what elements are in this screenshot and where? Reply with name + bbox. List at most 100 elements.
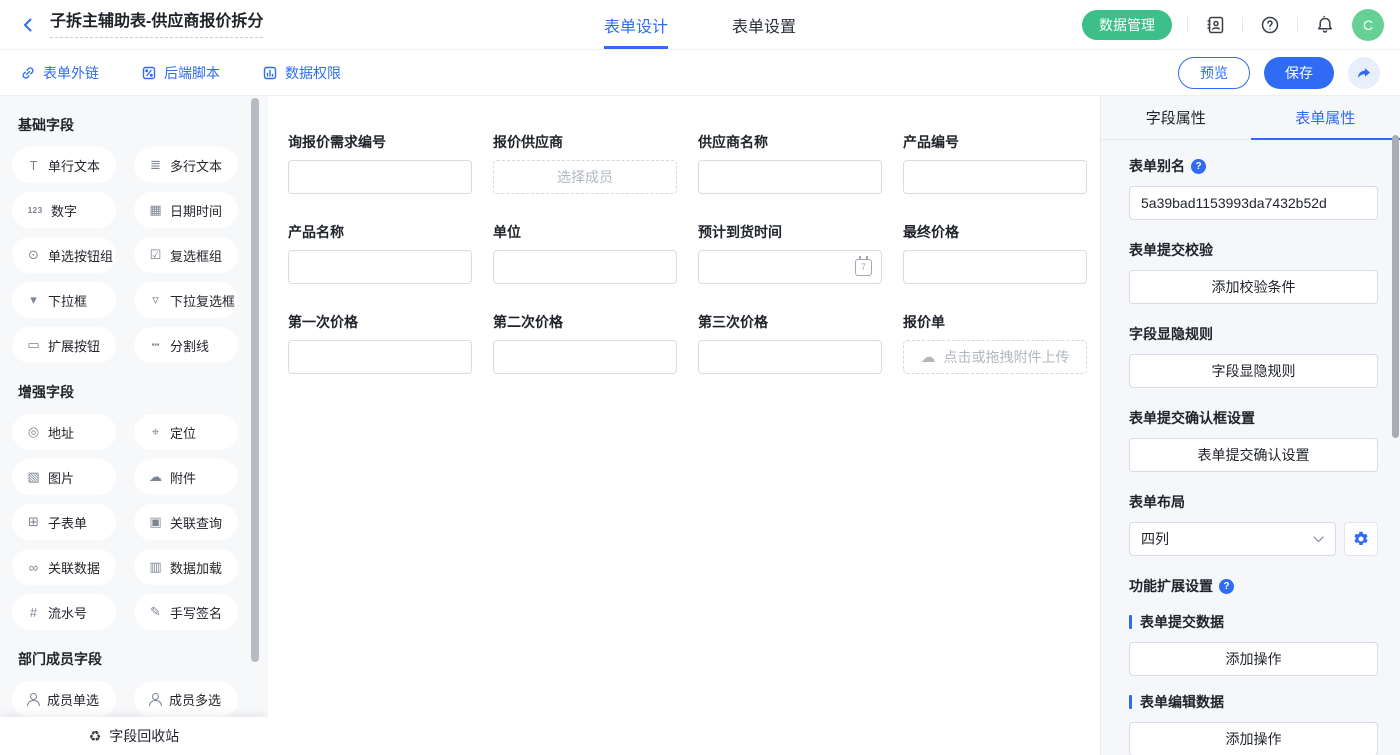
preview-button[interactable]: 预览 (1178, 57, 1250, 89)
sidebar-item-address[interactable]: ◎地址 (12, 414, 116, 450)
sidebar-item-checkbox-group[interactable]: ☑复选框组 (134, 237, 238, 273)
help-badge-icon[interactable]: ? (1219, 579, 1234, 594)
panel-action-button[interactable]: 添加操作 (1129, 642, 1378, 676)
sidebar-item-number[interactable]: 123数字 (12, 192, 116, 228)
field-input[interactable] (698, 160, 882, 194)
back-button[interactable] (16, 13, 40, 37)
panel-sections: 表单提交校验添加校验条件字段显隐规则字段显隐规则表单提交确认框设置表单提交确认设… (1129, 240, 1378, 472)
canvas-field-price-1[interactable]: 第一次价格 (288, 312, 472, 374)
panel-action-button[interactable]: 添加操作 (1129, 722, 1378, 755)
tab-form-properties[interactable]: 表单属性 (1251, 96, 1400, 140)
canvas-field-expected-arrival[interactable]: 预计到货时间 (698, 222, 882, 284)
save-button[interactable]: 保存 (1264, 57, 1334, 89)
field-input[interactable] (288, 160, 472, 194)
sidebar-section-title: 部门成员字段 (18, 649, 240, 669)
canvas-field-price-2[interactable]: 第二次价格 (493, 312, 677, 374)
canvas-field-product-name[interactable]: 产品名称 (288, 222, 472, 284)
canvas-field-product-code[interactable]: 产品编号 (903, 132, 1087, 194)
field-input[interactable] (698, 340, 882, 374)
pen-icon: ✎ (148, 604, 163, 620)
data-permission-button[interactable]: 数据权限 (262, 63, 341, 83)
sidebar-item-label: 流水号 (48, 603, 87, 622)
panel-section-label: 字段显隐规则 (1129, 324, 1378, 344)
canvas-field-price-3[interactable]: 第三次价格 (698, 312, 882, 374)
sidebar-item-serial-number[interactable]: #流水号 (12, 594, 116, 630)
field-recycle-bin-button[interactable]: ♻ 字段回收站 (0, 717, 268, 755)
data-manage-button[interactable]: 数据管理 (1082, 10, 1172, 40)
divider (1297, 17, 1298, 33)
panel-section-label: 表单提交确认框设置 (1129, 408, 1378, 428)
sidebar-item-location[interactable]: ⌖定位 (134, 414, 238, 450)
field-label: 第一次价格 (288, 312, 472, 332)
member-picker[interactable]: 选择成员 (493, 160, 677, 194)
canvas-field-quote-file[interactable]: 报价单☁点击或拖拽附件上传 (903, 312, 1087, 374)
dropdown-multi-icon: ▿ (148, 292, 163, 308)
sidebar-item-image[interactable]: ▧图片 (12, 459, 116, 495)
calendar-icon (855, 259, 872, 276)
panel-action-button[interactable]: 表单提交确认设置 (1129, 438, 1378, 472)
panel-action-button[interactable]: 添加校验条件 (1129, 270, 1378, 304)
sidebar-item-label: 下拉框 (48, 291, 87, 310)
subform-icon: ⊞ (26, 514, 41, 530)
sidebar-item-data-load[interactable]: ▥数据加载 (134, 549, 238, 585)
help-badge-icon[interactable]: ? (1191, 159, 1206, 174)
header-tabs: 表单设计 表单设置 (604, 0, 796, 49)
field-input[interactable] (903, 250, 1087, 284)
tab-field-properties[interactable]: 字段属性 (1101, 96, 1251, 140)
canvas-field-final-price[interactable]: 最终价格 (903, 222, 1087, 284)
user-avatar[interactable]: C (1352, 9, 1384, 41)
extension-settings-label-text: 功能扩展设置 (1129, 576, 1213, 596)
sidebar-item-extend-button[interactable]: ▭扩展按钮 (12, 327, 116, 363)
field-input[interactable] (493, 340, 677, 374)
sidebar-item-datetime[interactable]: ▦日期时间 (134, 192, 238, 228)
form-toolbar: 表单外链 后端脚本 数据权限 预览 保存 (0, 50, 1400, 96)
panel-scrollbar[interactable] (1392, 135, 1399, 438)
sidebar-item-label: 成员多选 (169, 690, 221, 709)
sidebar-item-single-line-text[interactable]: T单行文本 (12, 147, 116, 183)
sidebar-item-label: 复选框组 (170, 246, 222, 265)
tab-form-design[interactable]: 表单设计 (604, 0, 668, 49)
canvas-field-unit[interactable]: 单位 (493, 222, 677, 284)
sidebar-item-divider[interactable]: ┅分割线 (134, 327, 238, 363)
sidebar-scrollbar[interactable] (251, 98, 259, 662)
sidebar-item-attachment[interactable]: ☁附件 (134, 459, 238, 495)
form-alias-input[interactable] (1129, 186, 1378, 220)
sidebar-item-multi-select[interactable]: ▿下拉复选框 (134, 282, 238, 318)
attachment-upload-area[interactable]: ☁点击或拖拽附件上传 (903, 340, 1087, 374)
field-label: 单位 (493, 222, 677, 242)
field-input[interactable] (903, 160, 1087, 194)
notifications-button[interactable] (1313, 13, 1337, 37)
sidebar-item-relation-query[interactable]: ▣关联查询 (134, 504, 238, 540)
layout-settings-button[interactable] (1344, 522, 1378, 556)
sidebar-item-subform[interactable]: ⊞子表单 (12, 504, 116, 540)
sidebar-item-label: 日期时间 (170, 201, 222, 220)
layout-select[interactable]: 四列 (1129, 522, 1336, 556)
form-title[interactable]: 子拆主辅助表-供应商报价拆分 (50, 12, 263, 38)
help-button[interactable] (1258, 13, 1282, 37)
contacts-book-icon (1205, 15, 1225, 35)
panel-action-button[interactable]: 字段显隐规则 (1129, 354, 1378, 388)
field-input[interactable] (493, 250, 677, 284)
canvas-field-quote-supplier[interactable]: 报价供应商选择成员 (493, 132, 677, 194)
sidebar-item-member-multi[interactable]: 成员多选 (134, 681, 238, 717)
sidebar-item-select[interactable]: ▾下拉框 (12, 282, 116, 318)
sidebar-item-label: 单行文本 (48, 156, 100, 175)
canvas-field-supplier-name[interactable]: 供应商名称 (698, 132, 882, 194)
sidebar-item-multi-line-text[interactable]: ≣多行文本 (134, 147, 238, 183)
sidebar-item-relation-data[interactable]: ∞关联数据 (12, 549, 116, 585)
tab-form-settings[interactable]: 表单设置 (732, 0, 796, 49)
toolbar-actions: 预览 保存 (1178, 57, 1380, 89)
backend-script-button[interactable]: 后端脚本 (141, 63, 220, 83)
sidebar-item-signature[interactable]: ✎手写签名 (134, 594, 238, 630)
field-input[interactable] (288, 340, 472, 374)
field-input[interactable] (288, 250, 472, 284)
form-external-link-button[interactable]: 表单外链 (20, 63, 99, 83)
gear-icon (1352, 530, 1370, 548)
sidebar-item-radio-group[interactable]: ⊙单选按钮组 (12, 237, 116, 273)
contacts-book-button[interactable] (1203, 13, 1227, 37)
sidebar-item-label: 定位 (170, 423, 196, 442)
sidebar-item-member-single[interactable]: 成员单选 (12, 681, 116, 717)
share-button[interactable] (1348, 57, 1380, 89)
field-date-input[interactable] (698, 250, 882, 284)
canvas-field-inquiry-code[interactable]: 询报价需求编号 (288, 132, 472, 194)
